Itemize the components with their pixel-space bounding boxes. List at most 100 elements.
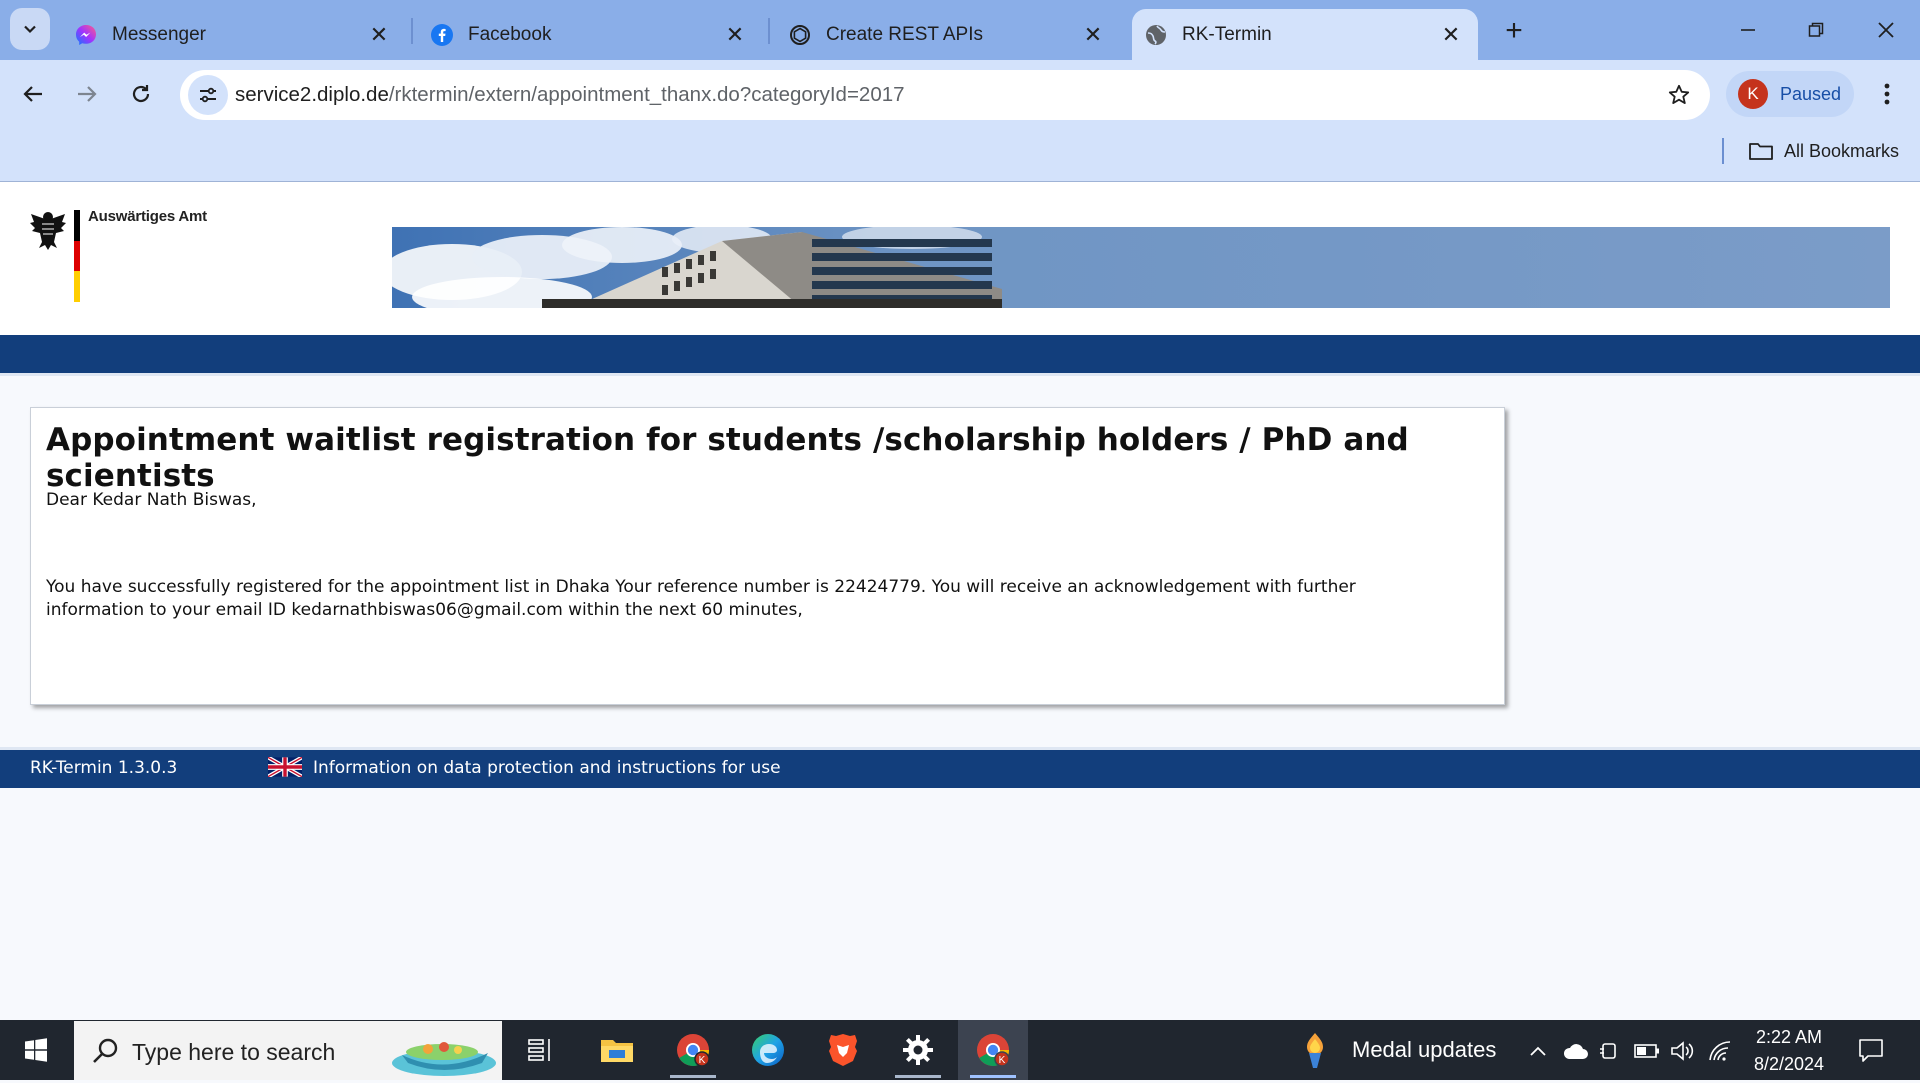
url-path: /rktermin/extern/appointment_thanx.do?ca… [388, 83, 905, 106]
file-explorer-icon [601, 1040, 633, 1062]
profile-status: Paused [1780, 83, 1842, 104]
plus-icon: + [1505, 14, 1523, 47]
greeting-text: Dear Kedar Nath Biswas, [46, 490, 257, 510]
task-view-icon [528, 1039, 550, 1061]
volume-button[interactable] [1668, 1036, 1698, 1066]
navigation-bar [0, 335, 1920, 376]
tab-messenger[interactable]: Messenger ✕ [54, 9, 406, 60]
new-tab-button[interactable]: + [1494, 12, 1534, 50]
brave-icon [829, 1034, 857, 1066]
tab-title: Messenger [112, 23, 206, 45]
taskbar-clock[interactable]: 2:22 AM 8/2/2024 [1740, 1024, 1838, 1078]
reload-icon [132, 85, 150, 103]
messenger-icon [74, 23, 98, 47]
wifi-icon [1709, 1041, 1731, 1061]
battery-button[interactable] [1632, 1036, 1662, 1066]
windows-taskbar: Type here to search K K Medal updates 2:… [0, 1020, 1920, 1080]
url-text[interactable]: service2.diplo.de/rktermin/extern/appoin… [235, 70, 905, 120]
avatar: K [1738, 79, 1768, 109]
menu-button[interactable] [1870, 74, 1904, 114]
uk-flag-icon[interactable] [268, 757, 302, 777]
profile-button[interactable]: K Paused [1726, 71, 1854, 117]
edge-button[interactable] [733, 1020, 803, 1080]
globe-icon [1144, 23, 1168, 47]
notification-center-button[interactable] [1854, 1033, 1888, 1067]
windows-logo-icon [25, 1038, 47, 1062]
folder-icon [1749, 143, 1773, 160]
close-tab-icon[interactable]: ✕ [364, 20, 394, 50]
svg-text:K: K [999, 1055, 1006, 1066]
network-button[interactable] [1705, 1036, 1735, 1066]
battery-icon [1634, 1044, 1659, 1058]
back-button[interactable] [12, 73, 54, 115]
tab-create-rest-apis[interactable]: Create REST APIs ✕ [768, 9, 1120, 60]
task-view-button[interactable] [506, 1020, 576, 1080]
more-vert-icon [1884, 83, 1890, 105]
chrome-active-button[interactable]: K [958, 1020, 1028, 1080]
header-banner-image [392, 227, 1890, 308]
url-host: service2.diplo.de [235, 83, 389, 106]
speaker-icon [1671, 1041, 1694, 1061]
minimize-button[interactable] [1714, 0, 1782, 60]
meet-now-icon [1600, 1043, 1616, 1059]
german-flag-bar [74, 210, 80, 302]
close-tab-icon[interactable]: ✕ [1078, 20, 1108, 50]
site-header: Auswärtiges Amt [0, 182, 1920, 335]
ministry-name: Auswärtiges Amt [88, 208, 207, 225]
close-window-button[interactable] [1852, 0, 1920, 60]
close-tab-icon[interactable]: ✕ [1436, 20, 1466, 50]
medal-updates-widget[interactable]: Medal updates [1300, 1020, 1496, 1080]
tab-facebook[interactable]: Facebook ✕ [410, 9, 762, 60]
chrome-icon: K [677, 1034, 710, 1067]
start-button[interactable] [0, 1020, 72, 1080]
restore-button[interactable] [1782, 0, 1850, 60]
settings-icon [903, 1035, 933, 1065]
tab-title: RK-Termin [1182, 23, 1272, 45]
chrome-button[interactable]: K [658, 1020, 728, 1080]
close-tab-icon[interactable]: ✕ [720, 20, 750, 50]
bookmarks-divider [1722, 138, 1724, 164]
chevron-down-icon [24, 25, 36, 34]
medal-torch-icon [1307, 1033, 1323, 1068]
onedrive-button[interactable] [1560, 1036, 1590, 1066]
confirmation-message: You have successfully registered for the… [46, 577, 1356, 620]
brave-button[interactable] [808, 1020, 878, 1080]
show-hidden-icons-button[interactable] [1523, 1036, 1553, 1066]
notification-icon [1859, 1039, 1883, 1062]
bookmark-star-button[interactable] [1664, 80, 1694, 110]
chevron-up-icon [1530, 1046, 1546, 1056]
tab-title: Facebook [468, 23, 552, 45]
arrow-left-icon [23, 86, 42, 102]
address-bar[interactable]: service2.diplo.de/rktermin/extern/appoin… [180, 70, 1710, 120]
federal-eagle-icon [30, 212, 66, 250]
close-icon [1878, 22, 1894, 38]
confirmation-panel: Appointment waitlist registration for st… [30, 407, 1505, 705]
meet-now-button[interactable] [1594, 1036, 1624, 1066]
search-highlight-image [392, 1042, 496, 1076]
arrow-right-icon [78, 86, 97, 102]
reload-button[interactable] [120, 73, 162, 115]
tab-title: Create REST APIs [826, 23, 983, 45]
tab-rk-termin[interactable]: RK-Termin ✕ [1132, 9, 1478, 60]
browser-toolbar: service2.diplo.de/rktermin/extern/appoin… [0, 60, 1920, 128]
app-version: RK-Termin 1.3.0.3 [30, 758, 178, 778]
forward-button[interactable] [66, 73, 108, 115]
tab-search-button[interactable] [10, 8, 50, 50]
medal-updates-label: Medal updates [1352, 1037, 1497, 1062]
settings-button[interactable] [883, 1020, 953, 1080]
chrome-icon: K [977, 1034, 1010, 1067]
data-protection-link[interactable]: Information on data protection and instr… [313, 758, 781, 778]
file-explorer-button[interactable] [582, 1020, 652, 1080]
all-bookmarks-button[interactable]: All Bookmarks [1748, 134, 1899, 168]
restore-icon [1808, 22, 1824, 37]
facebook-icon [430, 23, 454, 47]
openai-icon [788, 23, 812, 47]
taskbar-search-box[interactable]: Type here to search [74, 1021, 502, 1080]
minimize-icon [1741, 29, 1755, 31]
site-info-button[interactable] [188, 75, 228, 115]
clock-time: 2:22 AM [1755, 1027, 1823, 1047]
all-bookmarks-label: All Bookmarks [1784, 140, 1900, 161]
svg-text:K: K [699, 1055, 706, 1066]
search-icon [93, 1038, 118, 1063]
bookmarks-bar: All Bookmarks [0, 128, 1920, 182]
